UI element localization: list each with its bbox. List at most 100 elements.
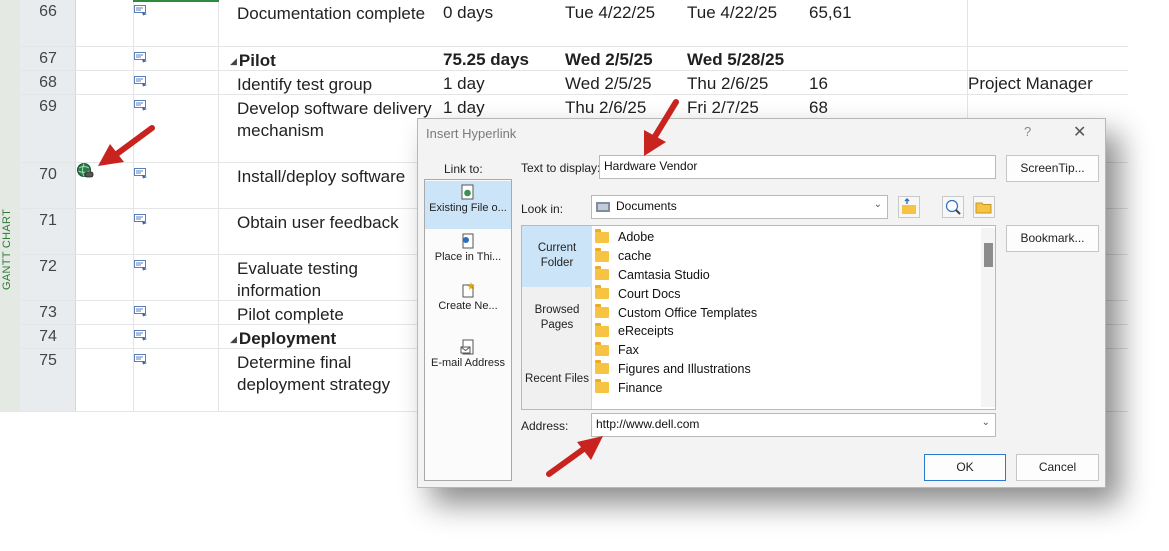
address-label: Address: (521, 419, 569, 433)
documents-folder-icon (596, 202, 610, 212)
folder-icon (595, 304, 609, 319)
task-name: Obtain user feedback (237, 213, 399, 232)
task-start: Wed 2/5/25 (565, 74, 652, 93)
task-predecessors: 68 (809, 98, 828, 117)
cancel-button[interactable]: Cancel (1016, 454, 1099, 481)
folder-icon (595, 360, 609, 375)
link-place-in-document[interactable]: Place in Thi... (425, 230, 511, 278)
folder-icon (595, 341, 609, 356)
task-mode-icon (134, 306, 147, 317)
list-item[interactable]: Court Docs (595, 284, 979, 303)
task-finish: Wed 5/28/25 (687, 50, 785, 69)
scrollbar-thumb[interactable] (984, 243, 993, 267)
task-duration: 1 day (443, 74, 485, 93)
tab-browsed-pages[interactable]: Browsed Pages (522, 288, 592, 349)
list-item[interactable]: cache (595, 247, 979, 266)
chevron-down-icon[interactable]: ⌄ (874, 199, 882, 210)
address-value: http://www.dell.com (596, 417, 700, 431)
file-list-scrollbar[interactable] (981, 228, 995, 407)
task-finish: Thu 2/6/25 (687, 74, 769, 93)
look-in-value: Documents (616, 199, 677, 213)
row-id: 70 (39, 166, 57, 183)
table-row[interactable]: 67 ◢ Pilot 75.25 days Wed 2/5/25 Wed 5/28/25 (20, 47, 1128, 71)
email-address-icon (460, 339, 474, 355)
link-email-address[interactable]: E-mail Address (425, 336, 511, 384)
chevron-down-icon[interactable]: ⌄ (982, 417, 990, 428)
existing-file-icon (461, 184, 474, 200)
task-duration: 1 day (443, 98, 485, 117)
folder-icon (595, 322, 609, 337)
task-resource: Project Manager (968, 74, 1093, 93)
task-name: Determine final deployment strategy (237, 353, 391, 394)
list-item[interactable]: Custom Office Templates (595, 303, 979, 322)
table-row[interactable]: 66 Documentation complete 0 days Tue 4/22/2… (20, 0, 1128, 47)
insert-hyperlink-dialog: Insert Hyperlink ? ✕ Link to: Existing F… (417, 118, 1106, 488)
row-id: 66 (39, 3, 57, 20)
task-mode-icon (134, 76, 147, 87)
list-item[interactable]: Figures and Illustrations (595, 360, 979, 379)
hyperlink-globe-icon[interactable] (76, 162, 94, 180)
link-item-label: Create Ne... (438, 300, 498, 312)
folder-name: Fax (618, 343, 639, 358)
screentip-button[interactable]: ScreenTip... (1006, 155, 1099, 182)
row-id: 72 (39, 258, 57, 275)
folder-icon (595, 247, 609, 262)
up-folder-icon[interactable] (898, 196, 920, 218)
help-button[interactable]: ? (1024, 124, 1031, 139)
close-icon[interactable]: ✕ (1073, 122, 1086, 142)
folder-name: Court Docs (618, 286, 681, 301)
task-finish: Tue 4/22/25 (687, 3, 778, 22)
folder-icon (595, 228, 609, 243)
tab-recent-files[interactable]: Recent Files (522, 372, 592, 402)
table-row[interactable]: 68 Identify test group 1 day Wed 2/5/25 Thu … (20, 71, 1128, 95)
view-side-band (0, 0, 20, 412)
create-new-document-icon (462, 282, 475, 298)
collapse-triangle-icon[interactable]: ◢ (230, 334, 237, 344)
task-name: Pilot complete (237, 305, 344, 324)
task-predecessors: 65,61 (809, 3, 852, 22)
task-name-text: Pilot (238, 51, 276, 70)
ok-button[interactable]: OK (924, 454, 1006, 481)
look-in-dropdown[interactable]: Documents ⌄ (591, 195, 888, 219)
file-list: Adobe cache Camtasia Studio Court Docs Custo… (595, 228, 979, 407)
list-item[interactable]: eReceipts (595, 322, 979, 341)
task-mode-icon (134, 214, 147, 225)
task-mode-icon (134, 260, 147, 271)
folder-icon (595, 285, 609, 300)
tab-current-folder[interactable]: Current Folder (522, 226, 592, 287)
annotation-arrow-icon (546, 436, 603, 477)
look-in-label: Look in: (521, 202, 564, 216)
list-item[interactable]: Fax (595, 341, 979, 360)
browse-file-icon[interactable] (973, 196, 995, 218)
task-start: Wed 2/5/25 (565, 50, 653, 69)
collapse-triangle-icon[interactable]: ◢ (230, 56, 237, 66)
folder-icon (595, 266, 609, 281)
task-duration: 0 days (443, 3, 494, 22)
address-input[interactable]: http://www.dell.com ⌄ (591, 413, 996, 437)
row-id: 68 (39, 74, 57, 91)
task-duration: 75.25 days (443, 50, 530, 69)
link-item-label: Existing File o... (429, 202, 507, 214)
row-id: 71 (39, 212, 57, 229)
task-predecessors: 16 (809, 74, 828, 93)
task-start: Thu 2/6/25 (565, 98, 647, 117)
list-item[interactable]: Camtasia Studio (595, 266, 979, 285)
folder-name: Figures and Illustrations (618, 361, 751, 376)
folder-icon (595, 379, 609, 394)
task-name: ◢ Pilot (230, 50, 430, 72)
task-mode-icon (134, 354, 147, 365)
dialog-title: Insert Hyperlink (426, 126, 517, 141)
task-name: Evaluate testing information (237, 259, 358, 300)
link-create-new[interactable]: Create Ne... (425, 279, 511, 327)
browse-web-icon[interactable] (942, 196, 964, 218)
folder-name: Adobe (618, 230, 655, 245)
task-name: Develop software delivery mechanism (237, 99, 432, 140)
list-item[interactable]: Finance (595, 378, 979, 397)
folder-name: eReceipts (618, 324, 674, 339)
link-existing-file[interactable]: Existing File o... (425, 181, 511, 229)
row-id: 73 (39, 304, 57, 321)
folder-name: Camtasia Studio (618, 267, 710, 282)
bookmark-button[interactable]: Bookmark... (1006, 225, 1099, 252)
text-to-display-label: Text to display: (521, 161, 601, 175)
list-item[interactable]: Adobe (595, 228, 979, 247)
